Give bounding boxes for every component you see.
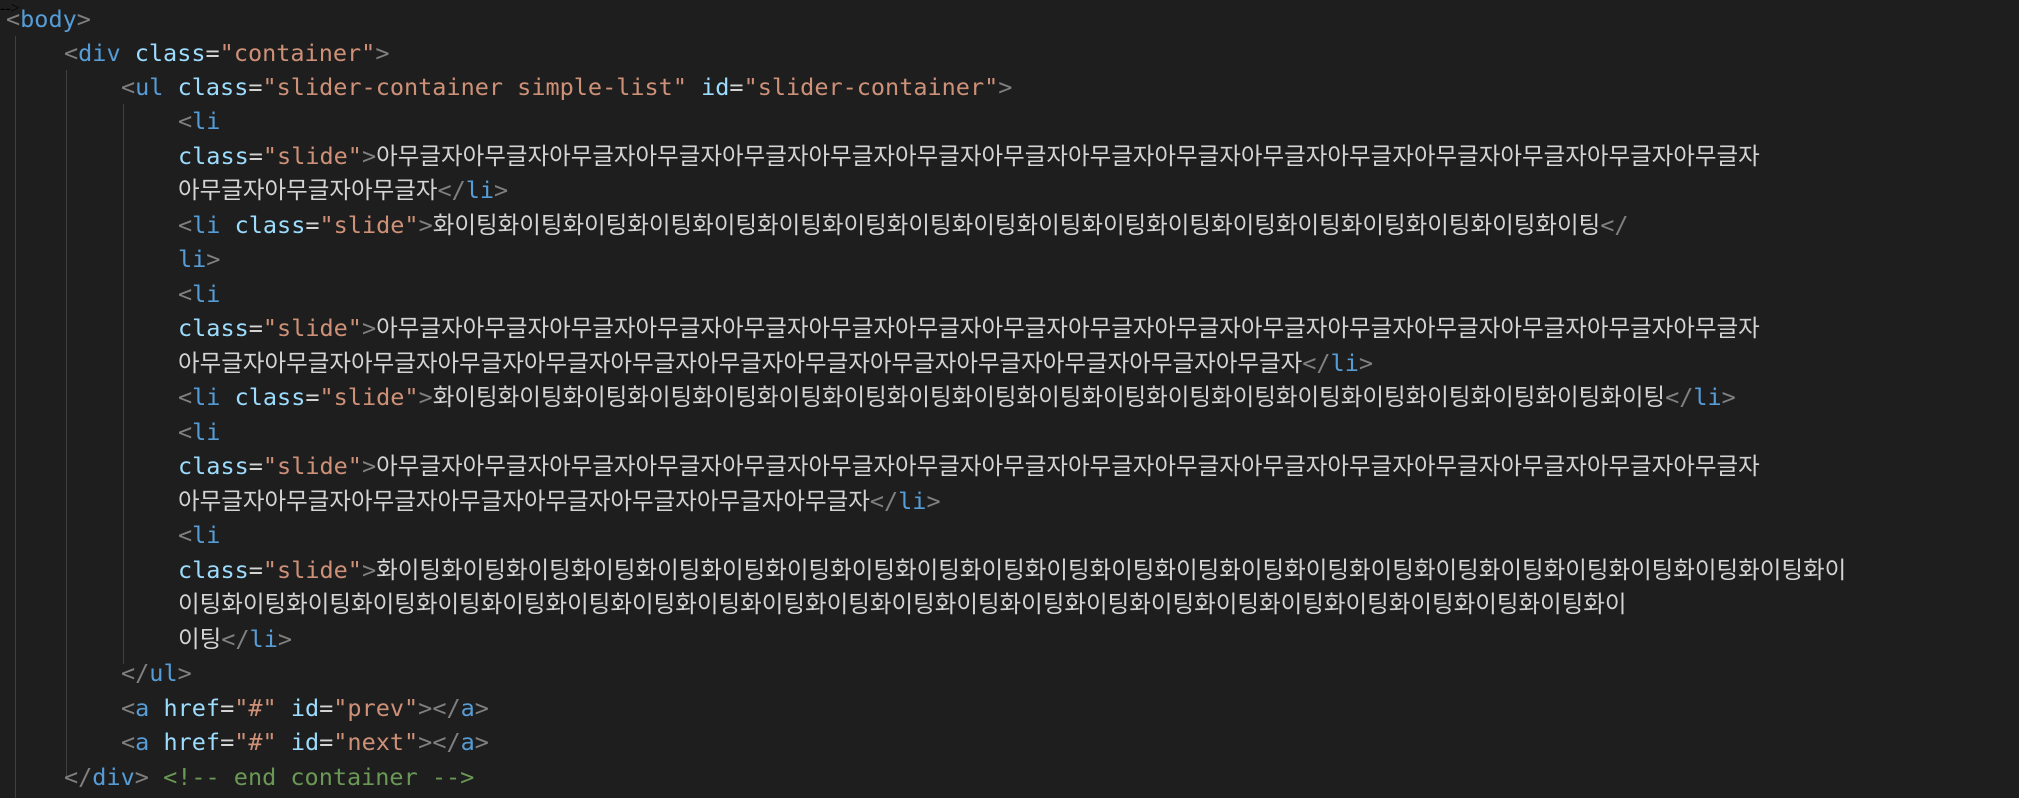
code-line: class="slide">아무글자아무글자아무글자아무글자아무글자아무글자아무… xyxy=(178,452,1760,480)
code-line: <li class="slide">화이팅화이팅화이팅화이팅화이팅화이팅화이팅화… xyxy=(178,383,1736,411)
code-line: 아무글자아무글자아무글자</li> xyxy=(178,176,509,204)
code-line: <ul class="slider-container simple-list"… xyxy=(121,73,1013,101)
code-line: <li xyxy=(178,521,221,549)
code-line: </div> <!-- end container --> xyxy=(64,763,475,791)
code-line: <li xyxy=(178,107,221,135)
code-line: <a href="#" id="next"></a> xyxy=(121,728,489,756)
code-line: <li xyxy=(178,418,221,446)
indent-guide xyxy=(123,104,124,664)
indent-guide xyxy=(66,70,67,780)
code-line: <li xyxy=(178,280,221,308)
code-line: 이팅화이팅화이팅화이팅화이팅화이팅화이팅화이팅화이팅화이팅화이팅화이팅화이팅화이… xyxy=(178,590,1627,618)
code-line: 이팅</li> xyxy=(178,625,292,653)
code-line: 아무글자아무글자아무글자아무글자아무글자아무글자아무글자아무글자</li> xyxy=(178,487,941,515)
code-line: li> xyxy=(178,245,221,273)
code-line: class="slide">아무글자아무글자아무글자아무글자아무글자아무글자아무… xyxy=(178,314,1760,342)
code-line: <li class="slide">화이팅화이팅화이팅화이팅화이팅화이팅화이팅화… xyxy=(178,211,1629,239)
code-line: </ul> xyxy=(121,659,192,687)
code-editor[interactable]: <body> <div class="container"> <ul class… xyxy=(0,0,2019,798)
code-line: class="slide">아무글자아무글자아무글자아무글자아무글자아무글자아무… xyxy=(178,142,1760,170)
code-line: 아무글자아무글자아무글자아무글자아무글자아무글자아무글자아무글자아무글자아무글자… xyxy=(178,349,1373,377)
code-line: class="slide">화이팅화이팅화이팅화이팅화이팅화이팅화이팅화이팅화이… xyxy=(178,556,1847,584)
indent-guide xyxy=(15,36,16,798)
code-line: <body> xyxy=(6,5,91,33)
code-line: <a href="#" id="prev"></a> xyxy=(121,694,489,722)
code-line: <div class="container"> xyxy=(64,39,390,67)
